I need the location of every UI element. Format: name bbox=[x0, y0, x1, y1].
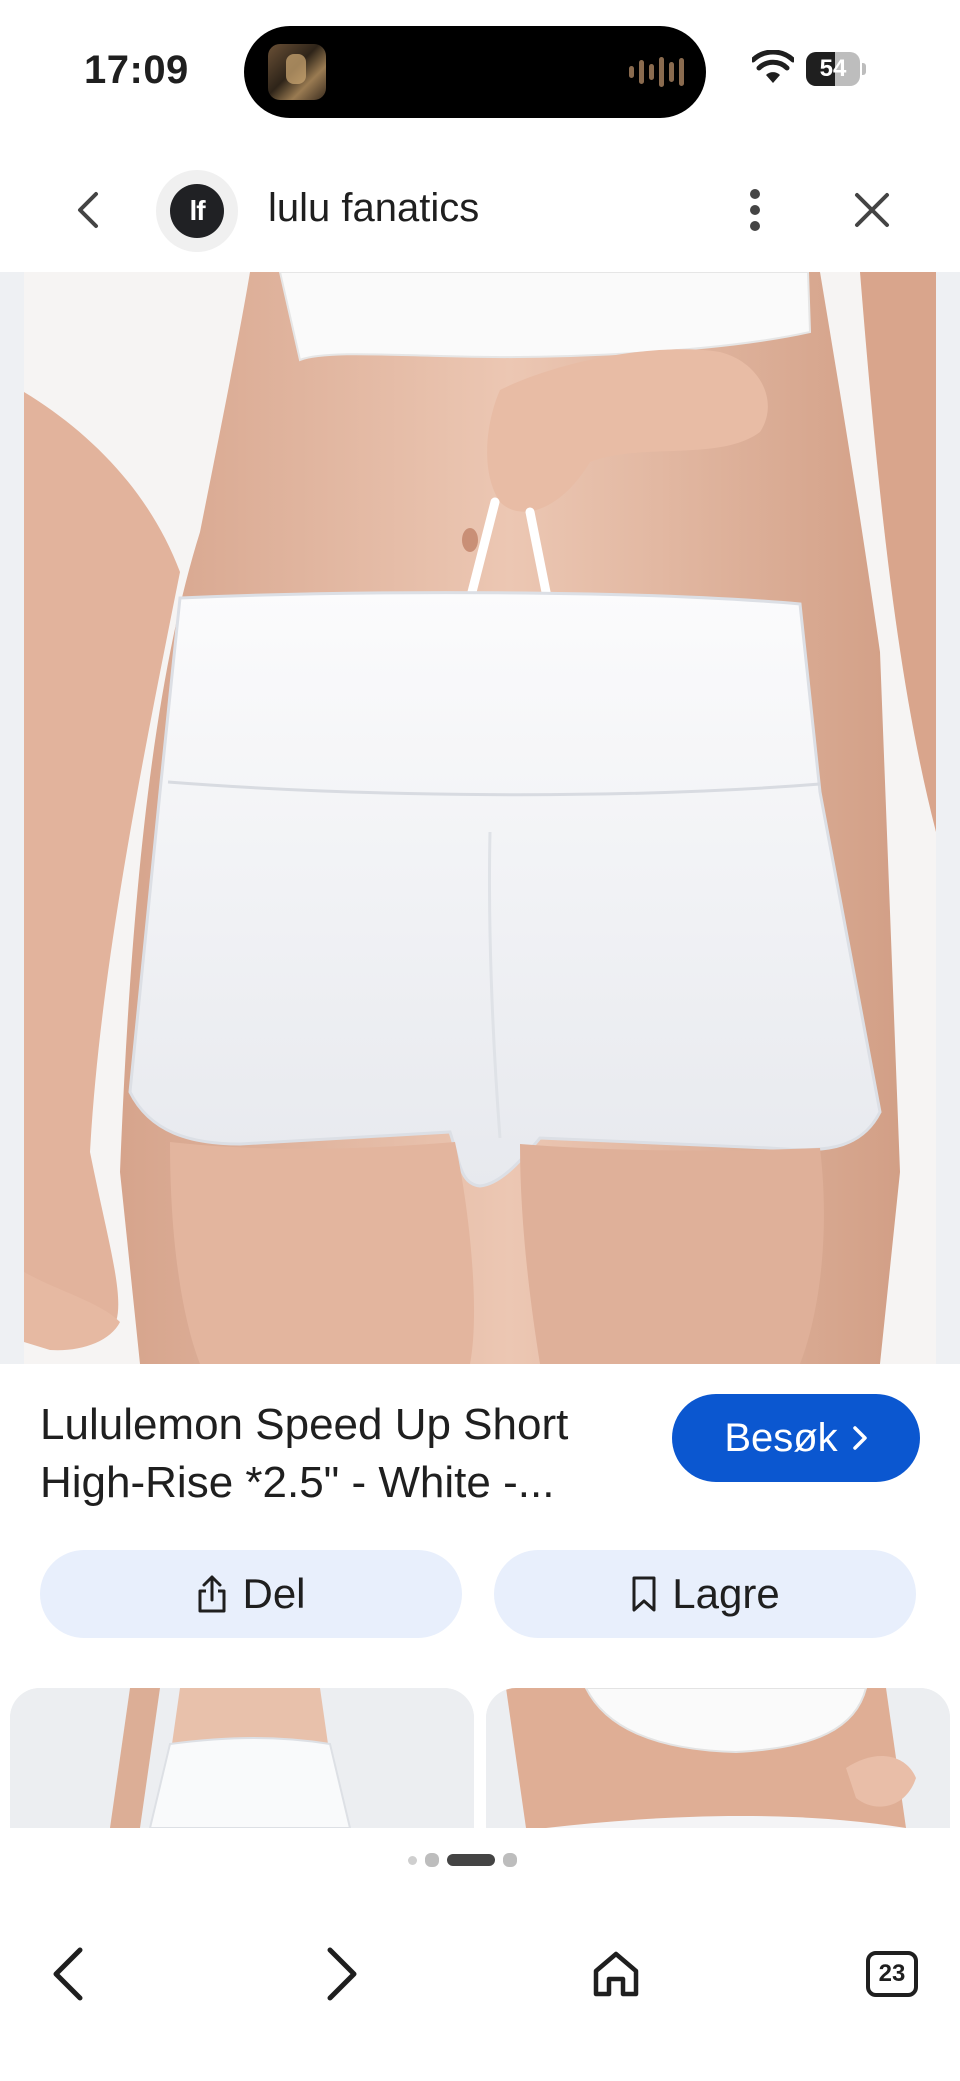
carousel-dot-active bbox=[446, 1854, 495, 1866]
audio-waveform-icon bbox=[629, 56, 684, 88]
save-button[interactable]: Lagre bbox=[494, 1550, 916, 1638]
carousel-dot bbox=[502, 1853, 517, 1867]
product-image[interactable] bbox=[0, 272, 960, 1364]
nav-back-button[interactable] bbox=[28, 1934, 108, 2014]
product-title-line2: High-Rise *2.5" - White -... bbox=[40, 1458, 555, 1507]
tabs-count: 23 bbox=[866, 1951, 918, 1997]
site-logo-badge: lf bbox=[170, 184, 224, 238]
product-title[interactable]: Lululemon Speed Up Short High-Rise *2.5"… bbox=[40, 1396, 640, 1512]
related-image-2[interactable] bbox=[486, 1688, 950, 1828]
close-icon bbox=[855, 193, 889, 227]
nav-forward-button[interactable] bbox=[302, 1934, 382, 2014]
chevron-left-icon bbox=[78, 192, 98, 228]
site-name[interactable]: lulu fanatics bbox=[268, 186, 479, 231]
battery-icon: 54 bbox=[806, 52, 860, 86]
bookmark-icon bbox=[632, 1576, 656, 1612]
battery-indicator: 54 bbox=[806, 52, 866, 86]
now-playing-thumbnail bbox=[268, 44, 326, 100]
share-button[interactable]: Del bbox=[40, 1550, 462, 1638]
site-logo[interactable]: lf bbox=[156, 170, 238, 252]
home-button[interactable] bbox=[576, 1934, 656, 2014]
tabs-button[interactable]: 23 bbox=[852, 1934, 932, 2014]
battery-level: 54 bbox=[819, 55, 847, 82]
arrow-back-icon bbox=[53, 1947, 83, 2001]
wifi-icon bbox=[752, 50, 794, 83]
viewer-header: lf lulu fanatics bbox=[0, 150, 960, 270]
carousel-page-dots bbox=[0, 1850, 960, 1870]
share-button-label: Del bbox=[242, 1570, 306, 1617]
save-button-label: Lagre bbox=[672, 1570, 780, 1617]
image-viewer-screen: 17:09 54 lf lulu fanatics Lululemon Spee… bbox=[0, 0, 960, 2081]
related-photo-1 bbox=[10, 1688, 474, 1828]
status-time: 17:09 bbox=[84, 48, 189, 92]
related-image-1[interactable] bbox=[10, 1688, 474, 1828]
status-bar: 17:09 54 bbox=[0, 0, 960, 140]
arrow-forward-icon bbox=[327, 1947, 357, 2001]
home-icon bbox=[593, 1951, 639, 1997]
visit-button[interactable]: Besøk bbox=[672, 1394, 920, 1482]
battery-cap bbox=[862, 63, 866, 75]
back-button[interactable] bbox=[62, 184, 114, 236]
carousel-dot bbox=[424, 1853, 439, 1867]
close-button[interactable] bbox=[848, 182, 896, 238]
dynamic-island[interactable] bbox=[244, 26, 706, 118]
more-options-button[interactable] bbox=[730, 180, 780, 240]
carousel-dot bbox=[407, 1855, 417, 1865]
product-photo bbox=[0, 272, 960, 1364]
tabs-icon: 23 bbox=[866, 1951, 918, 1997]
more-vert-icon bbox=[750, 189, 760, 231]
share-icon bbox=[198, 1575, 226, 1613]
product-title-line1: Lululemon Speed Up Short bbox=[40, 1400, 569, 1449]
chevron-right-icon bbox=[852, 1426, 867, 1450]
related-photo-2 bbox=[486, 1688, 950, 1828]
bottom-navigation-bar: 23 bbox=[0, 1890, 960, 2081]
visit-button-label: Besøk bbox=[724, 1415, 838, 1460]
